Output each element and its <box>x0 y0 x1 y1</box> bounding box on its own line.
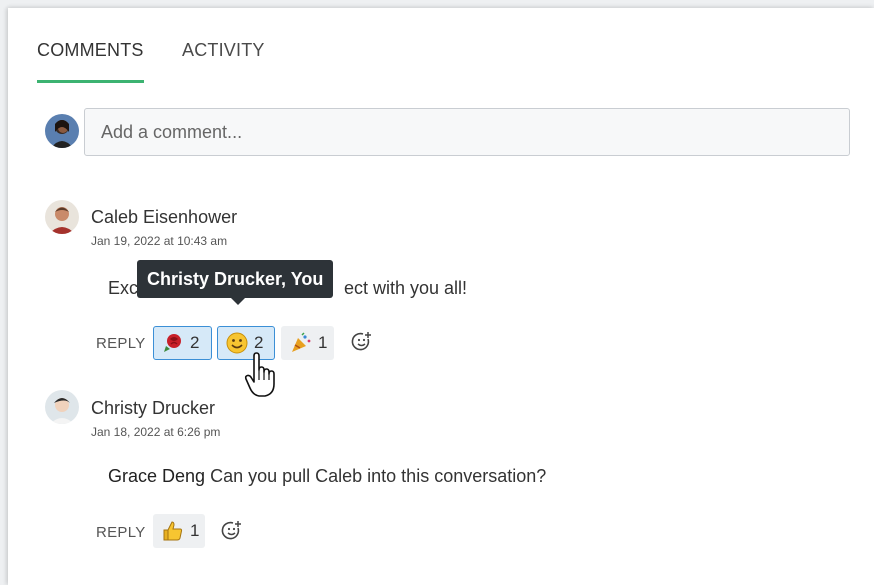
comment-author[interactable]: Caleb Eisenhower <box>91 207 237 228</box>
reply-button[interactable]: REPLY <box>96 524 146 541</box>
user-mention[interactable]: Grace Deng <box>108 466 205 486</box>
avatar <box>45 200 79 234</box>
reaction-tooltip: Christy Drucker, You <box>137 260 334 305</box>
comment-text-body: Can you pull Caleb into this conversatio… <box>205 466 547 486</box>
add-comment-input[interactable] <box>84 108 850 156</box>
smiley-emoji-icon <box>226 332 248 354</box>
comment-text-end: ect with you all! <box>344 278 468 298</box>
reaction-thumbs-up[interactable]: 1 <box>153 514 205 548</box>
avatar <box>45 390 79 424</box>
reaction-count: 1 <box>318 333 328 352</box>
comment-text: Grace Deng Can you pull Caleb into this … <box>108 466 546 487</box>
current-user-avatar <box>45 114 79 148</box>
thumbs-up-emoji-icon <box>162 520 184 542</box>
comment-timestamp: Jan 18, 2022 at 6:26 pm <box>91 425 221 439</box>
reply-button[interactable]: REPLY <box>96 335 146 352</box>
party-popper-emoji-icon <box>290 332 312 354</box>
reaction-count: 2 <box>254 333 264 352</box>
rose-emoji-icon <box>162 332 184 354</box>
add-reaction-icon[interactable] <box>351 331 373 353</box>
tab-activity[interactable]: ACTIVITY <box>182 40 265 71</box>
reaction-party-popper[interactable]: 1 <box>281 326 334 360</box>
reaction-count: 1 <box>190 521 200 540</box>
hand-cursor-icon <box>244 352 278 398</box>
comment-timestamp: Jan 19, 2022 at 10:43 am <box>91 234 228 248</box>
comment-author[interactable]: Christy Drucker <box>91 398 215 419</box>
add-reaction-icon[interactable] <box>221 520 243 542</box>
reaction-rose[interactable]: 2 <box>153 326 212 360</box>
reaction-count: 2 <box>190 333 200 352</box>
tab-comments[interactable]: COMMENTS <box>37 40 144 83</box>
